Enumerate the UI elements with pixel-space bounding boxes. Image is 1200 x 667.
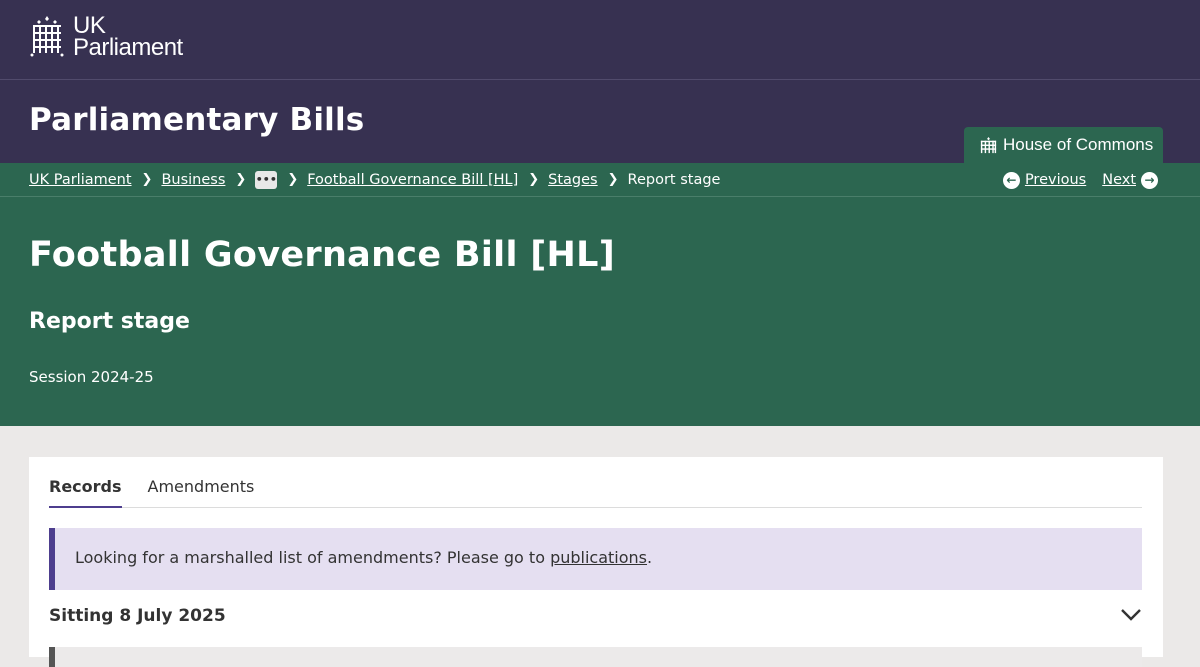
notice-end: . xyxy=(647,548,653,567)
breadcrumb-expand-button[interactable]: ••• xyxy=(255,170,278,189)
bill-title: Football Governance Bill [HL] xyxy=(29,235,616,275)
chevron-right-icon: ❯ xyxy=(607,172,619,187)
chevron-down-icon[interactable] xyxy=(1120,607,1142,626)
arrow-left-icon: ← xyxy=(1002,171,1020,189)
breadcrumb: UK Parliament ❯ Business ❯ ••• ❯ Footbal… xyxy=(0,163,1200,197)
chevron-right-icon: ❯ xyxy=(141,172,153,187)
brand-line-2: Parliament xyxy=(73,34,183,61)
house-of-commons-tab[interactable]: House of Commons xyxy=(964,127,1163,163)
previous-link[interactable]: ← Previous xyxy=(998,171,1087,189)
breadcrumb-uk-parliament[interactable]: UK Parliament xyxy=(29,172,132,188)
marshalled-list-notice: Looking for a marshalled list of amendme… xyxy=(49,528,1142,590)
top-bar: UK Parliament xyxy=(0,0,1200,80)
tab-amendments[interactable]: Amendments xyxy=(148,457,255,507)
sitting-record-panel xyxy=(49,647,1142,667)
site-title-bar: Parliamentary Bills House of Commons xyxy=(0,80,1200,163)
breadcrumb-business[interactable]: Business xyxy=(161,172,225,188)
prev-next-nav: ← Previous Next → xyxy=(998,163,1163,197)
stage-title: Report stage xyxy=(29,309,190,334)
tab-bar: Records Amendments xyxy=(49,457,1142,508)
sitting-accordion-header[interactable]: Sitting 8 July 2025 xyxy=(49,604,1142,628)
chevron-right-icon: ❯ xyxy=(528,172,540,187)
publications-link[interactable]: publications xyxy=(550,548,647,567)
house-tab-label: House of Commons xyxy=(1003,135,1154,154)
portcullis-icon xyxy=(980,136,997,153)
bill-header: Football Governance Bill [HL] Report sta… xyxy=(0,197,1200,426)
portcullis-icon xyxy=(30,16,64,57)
session-label: Session 2024-25 xyxy=(29,368,154,386)
previous-label: Previous xyxy=(1024,172,1087,188)
uk-parliament-logo[interactable]: UK Parliament xyxy=(29,14,1200,61)
tab-records[interactable]: Records xyxy=(49,457,122,508)
breadcrumb-bill[interactable]: Football Governance Bill [HL] xyxy=(307,172,518,188)
chevron-right-icon: ❯ xyxy=(287,172,299,187)
next-link[interactable]: Next → xyxy=(1102,171,1163,189)
chevron-right-icon: ❯ xyxy=(235,172,247,187)
next-label: Next xyxy=(1102,172,1136,188)
sitting-title: Sitting 8 July 2025 xyxy=(49,606,226,626)
breadcrumb-current: Report stage xyxy=(627,171,721,188)
stage-content-card: Records Amendments Looking for a marshal… xyxy=(29,457,1163,667)
arrow-right-icon: → xyxy=(1141,171,1158,189)
breadcrumb-stages[interactable]: Stages xyxy=(548,172,597,188)
notice-text: Looking for a marshalled list of amendme… xyxy=(75,548,551,567)
